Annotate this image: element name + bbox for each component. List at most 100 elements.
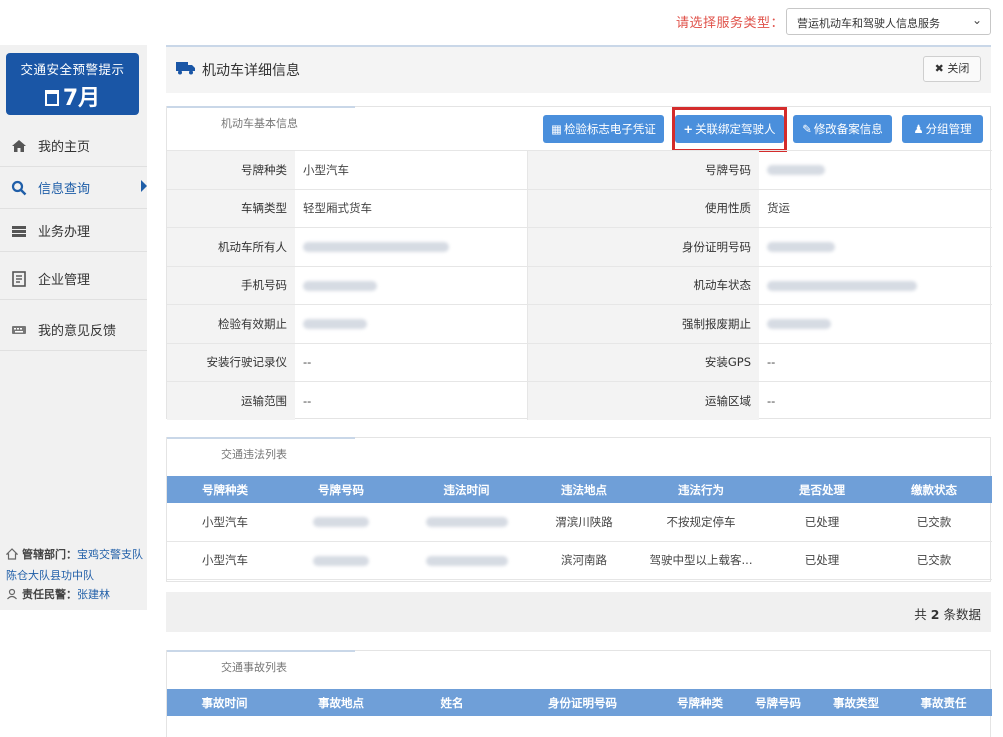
field-value: 货运 bbox=[759, 188, 992, 228]
chevron-down-icon: ⌄ bbox=[971, 13, 982, 27]
redacted-value bbox=[295, 227, 528, 266]
caret-right-icon bbox=[141, 180, 147, 192]
alert-title: 交通安全预警提示 bbox=[20, 62, 125, 77]
cell-handled: 已处理 bbox=[768, 541, 876, 580]
field-label: 检验有效期止 bbox=[167, 304, 295, 343]
column-header: 身份证明号码 bbox=[504, 689, 661, 716]
count-prefix: 共 bbox=[914, 607, 927, 622]
table-row[interactable]: 小型汽车 滨河南路 驾驶中型以上载客... 已处理 已交款 bbox=[167, 541, 992, 580]
column-header: 事故责任 bbox=[895, 689, 992, 716]
inspection-certificate-button[interactable]: ▦ 检验标志电子凭证 bbox=[543, 115, 664, 143]
sidebar-item-feedback[interactable]: 我的意见反馈 bbox=[0, 309, 147, 351]
users-icon: ♟ bbox=[913, 122, 924, 136]
service-type-value: 营运机动车和驾驶人信息服务 bbox=[797, 17, 940, 30]
button-label: 修改备案信息 bbox=[813, 122, 883, 136]
redacted-value bbox=[283, 541, 399, 580]
column-header: 违法地点 bbox=[534, 476, 634, 503]
field-value: -- bbox=[759, 342, 992, 382]
column-header: 号牌号码 bbox=[283, 476, 399, 503]
field-label: 车辆类型 bbox=[167, 188, 295, 228]
field-label: 运输区域 bbox=[527, 381, 759, 420]
home-icon bbox=[10, 138, 28, 154]
cell-plate-type: 小型汽车 bbox=[167, 541, 283, 580]
table-row: 检验有效期止 强制报废期止 bbox=[167, 304, 992, 343]
column-header: 号牌种类 bbox=[661, 689, 739, 716]
column-header: 违法时间 bbox=[399, 476, 534, 503]
search-icon bbox=[10, 180, 28, 196]
sidebar-item-enterprise[interactable]: 企业管理 bbox=[0, 258, 147, 300]
calendar-icon bbox=[44, 90, 59, 106]
field-label: 安装行驶记录仪 bbox=[167, 342, 295, 382]
column-header: 缴款状态 bbox=[876, 476, 992, 503]
table-row: 运输范围 -- 运输区域 -- bbox=[167, 381, 992, 420]
vehicle-basic-info: 机动车基本信息 ▦ 检验标志电子凭证 + 关联绑定驾驶人 ✎ 修改备案信息 ♟ 分组管理… bbox=[166, 106, 992, 420]
column-header: 违法行为 bbox=[634, 476, 768, 503]
service-type-select[interactable]: 营运机动车和驾驶人信息服务 ⌄ bbox=[786, 8, 991, 35]
traffic-alert-card[interactable]: 交通安全预警提示 7月 bbox=[6, 53, 139, 115]
cell-violation: 不按规定停车 bbox=[634, 503, 768, 542]
field-value: -- bbox=[295, 342, 528, 382]
tab-basic-info[interactable]: 机动车基本信息 bbox=[167, 106, 355, 146]
column-header: 号牌种类 bbox=[167, 476, 283, 503]
tab-violations[interactable]: 交通违法列表 bbox=[167, 437, 355, 477]
field-label: 运输范围 bbox=[167, 381, 295, 420]
field-label: 机动车状态 bbox=[527, 265, 759, 305]
cell-plate-type: 小型汽车 bbox=[167, 503, 283, 542]
violation-list: 交通违法列表 号牌种类 号牌号码 违法时间 违法地点 违法行为 是否处理 缴款状… bbox=[166, 437, 992, 582]
table-header-row: 事故时间 事故地点 姓名 身份证明号码 号牌种类 号牌号码 事故类型 事故责任 bbox=[167, 689, 992, 716]
home-outline-icon bbox=[5, 547, 19, 566]
redacted-value bbox=[759, 150, 992, 189]
redacted-value bbox=[759, 265, 992, 305]
service-type-label: 请选择服务类型： bbox=[676, 16, 785, 31]
sidebar-item-query[interactable]: 信息查询 bbox=[0, 167, 147, 209]
edit-record-button[interactable]: ✎ 修改备案信息 bbox=[793, 115, 892, 143]
accident-table: 事故时间 事故地点 姓名 身份证明号码 号牌种类 号牌号码 事故类型 事故责任 bbox=[167, 689, 992, 716]
table-row: 车辆类型 轻型厢式货车 使用性质 货运 bbox=[167, 188, 992, 228]
close-button[interactable]: ✖ 关闭 bbox=[923, 56, 981, 82]
field-value: 小型汽车 bbox=[295, 150, 528, 189]
column-header: 号牌号码 bbox=[739, 689, 817, 716]
button-label: 检验标志电子凭证 bbox=[563, 122, 656, 136]
page-header: 机动车详细信息 ✖ 关闭 bbox=[166, 45, 991, 93]
tray-icon bbox=[10, 223, 28, 239]
sidebar-item-home[interactable]: 我的主页 bbox=[0, 125, 147, 167]
count-suffix: 条数据 bbox=[943, 607, 981, 622]
field-value: -- bbox=[759, 381, 992, 420]
field-label: 机动车所有人 bbox=[167, 227, 295, 266]
field-label: 号牌种类 bbox=[167, 150, 295, 189]
close-label: 关闭 bbox=[947, 62, 970, 75]
redacted-value bbox=[295, 304, 528, 343]
tab-accidents[interactable]: 交通事故列表 bbox=[167, 650, 355, 690]
vehicle-info-table: 号牌种类 小型汽车 号牌号码 车辆类型 轻型厢式货车 使用性质 货运 机动车所有… bbox=[167, 150, 992, 420]
file-icon: ▦ bbox=[551, 122, 562, 136]
sidebar-item-label: 企业管理 bbox=[38, 273, 91, 288]
field-label: 使用性质 bbox=[527, 188, 759, 228]
table-row: 机动车所有人 身份证明号码 bbox=[167, 227, 992, 266]
field-label: 号牌号码 bbox=[527, 150, 759, 189]
redacted-value bbox=[399, 503, 534, 542]
redacted-value bbox=[283, 503, 399, 542]
sidebar-item-business[interactable]: 业务办理 bbox=[0, 210, 147, 252]
field-value: -- bbox=[295, 381, 528, 420]
page-title: 机动车详细信息 bbox=[202, 63, 300, 79]
keyboard-icon bbox=[10, 322, 28, 338]
count-number: 2 bbox=[930, 607, 940, 622]
column-header: 事故地点 bbox=[282, 689, 400, 716]
top-bar: 请选择服务类型： 营运机动车和驾驶人信息服务 ⌄ bbox=[0, 0, 1003, 42]
field-label: 身份证明号码 bbox=[527, 227, 759, 266]
group-manage-button[interactable]: ♟ 分组管理 bbox=[902, 115, 983, 143]
sidebar-item-label: 我的意见反馈 bbox=[38, 324, 117, 339]
redacted-value bbox=[759, 227, 992, 266]
highlight-box bbox=[672, 107, 787, 152]
violation-table: 号牌种类 号牌号码 违法时间 违法地点 违法行为 是否处理 缴款状态 小型汽车 … bbox=[167, 476, 992, 580]
sidebar-item-label: 信息查询 bbox=[38, 182, 91, 197]
truck-icon bbox=[176, 61, 196, 75]
table-row: 号牌种类 小型汽车 号牌号码 bbox=[167, 150, 992, 189]
sidebar: 交通安全预警提示 7月 我的主页 信息查询 业务办理 企业管理 我的意见反馈 管… bbox=[0, 45, 147, 610]
officer-icon bbox=[6, 587, 18, 606]
sidebar-item-label: 我的主页 bbox=[38, 140, 91, 155]
table-row[interactable]: 小型汽车 渭滨川陕路 不按规定停车 已处理 已交款 bbox=[167, 503, 992, 542]
redacted-value bbox=[295, 265, 528, 305]
cell-violation: 驾驶中型以上载客... bbox=[634, 541, 768, 580]
field-label: 手机号码 bbox=[167, 265, 295, 305]
